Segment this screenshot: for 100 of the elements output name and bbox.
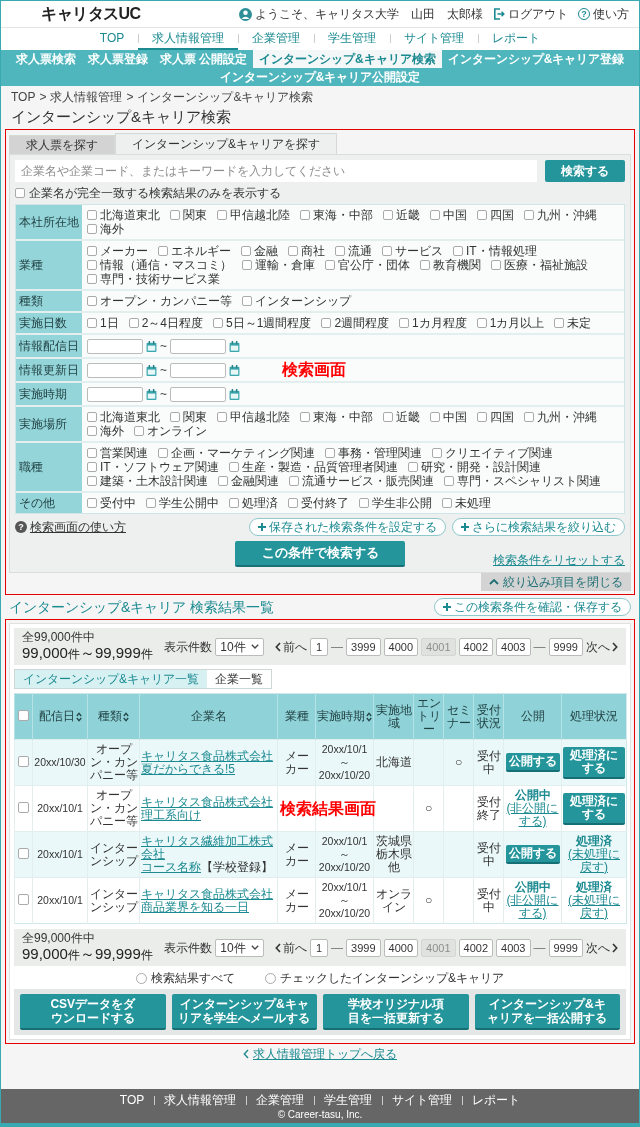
checkbox[interactable] [288,246,298,256]
radio-button[interactable] [265,972,276,984]
unpublish-link[interactable]: (非公開にする) [505,894,560,920]
per-page-select[interactable]: 10件 [215,938,264,957]
per-page-select[interactable]: 10件 [215,637,264,656]
next-link[interactable]: 次へ [586,940,618,955]
footer-link[interactable]: TOP [109,1093,155,1107]
checkbox[interactable] [442,498,452,508]
checkbox[interactable] [15,188,25,198]
subnav-tab[interactable]: 求人票 公開設定 [153,50,253,68]
help-link[interactable]: ? 検索画面の使い方 [15,520,126,534]
checkbox[interactable] [87,318,97,328]
footer-link[interactable]: 学生管理 [314,1093,383,1107]
checkbox[interactable] [420,260,430,270]
calendar-icon[interactable] [229,340,240,352]
page-button[interactable]: 4000 [383,938,419,957]
checkbox[interactable] [432,448,442,458]
checkbox[interactable] [524,210,534,220]
checkbox[interactable] [300,210,310,220]
page-button[interactable]: 3999 [346,938,381,957]
checkbox[interactable] [477,412,487,422]
nav-tab[interactable]: 学生管理 [314,28,391,50]
radio-button[interactable] [136,972,147,984]
checkbox[interactable] [383,210,393,220]
checkbox[interactable] [87,210,97,220]
help-link[interactable]: ? 使い方 [578,7,629,21]
subnav-tab[interactable]: 求人票検索 [9,50,82,68]
checkbox[interactable] [87,260,97,270]
search-tab[interactable]: インターンシップ&キャリアを探す [115,133,337,154]
checkbox[interactable] [87,274,97,284]
checkbox[interactable] [87,246,97,256]
date-input[interactable] [87,338,143,354]
checkbox[interactable] [335,246,345,256]
row-checkbox[interactable] [18,893,29,905]
logout-link[interactable]: ログアウト [493,7,568,21]
course-link[interactable]: 理工系向け [141,807,201,822]
checkbox[interactable] [476,318,487,328]
date-input[interactable] [170,386,226,402]
checkbox[interactable] [491,260,501,270]
next-link[interactable]: 次へ [586,639,618,654]
page-button[interactable]: 3999 [346,637,381,656]
course-link[interactable]: コース名称 [141,860,201,874]
checkbox[interactable] [218,476,228,486]
footer-link[interactable]: サイト管理 [382,1093,463,1107]
checkbox[interactable] [128,318,139,328]
checkbox[interactable] [524,412,534,422]
checkbox[interactable] [444,476,454,486]
unpublish-link[interactable]: (非公開にする) [505,802,560,828]
nav-tab[interactable]: サイト管理 [390,28,479,50]
keyword-input[interactable]: 企業名や企業コード、またはキーワードを入力してください [15,160,537,182]
revert-link[interactable]: (未処理に戻す) [563,848,625,874]
checkbox[interactable] [229,498,239,508]
nav-tab[interactable]: TOP [85,28,139,50]
select-all-checkbox[interactable] [18,709,29,721]
page-button[interactable]: 4003 [496,637,531,656]
checkbox[interactable] [453,246,463,256]
page-button[interactable]: 1 [310,637,329,656]
logo[interactable]: キャリタスUC [41,7,141,21]
subnav-tab[interactable]: インターンシップ&キャリア検索 [253,50,442,68]
page-button[interactable]: 4002 [458,938,493,957]
checkbox[interactable] [158,246,168,256]
row-checkbox[interactable] [18,847,29,859]
checkbox[interactable] [359,498,369,508]
sort-icon[interactable] [123,711,129,722]
date-input[interactable] [170,338,226,354]
checkbox[interactable] [87,462,97,472]
date-input[interactable] [87,362,143,378]
checkbox[interactable] [430,412,440,422]
checkbox[interactable] [382,246,392,256]
checkbox[interactable] [477,210,487,220]
calendar-icon[interactable] [229,364,240,376]
nav-tab[interactable]: レポート [478,28,555,50]
page-button[interactable]: 4000 [383,637,419,656]
action-button[interactable]: インターンシップ&キャリアを学生へメールする [171,994,317,1030]
checkbox[interactable] [325,260,335,270]
revert-link[interactable]: (未処理に戻す) [563,894,625,920]
checkbox[interactable] [87,426,97,436]
saved-conditions-button[interactable]: 保存された検索条件を設定する [249,518,446,536]
calendar-icon[interactable] [146,388,157,400]
search-submit-button[interactable]: この条件で検索する [235,541,405,567]
column-header[interactable]: 実施時期 [317,710,365,723]
checkbox[interactable] [217,210,227,220]
checkbox[interactable] [430,210,440,220]
search-tab[interactable]: 求人票を探す [9,135,115,154]
breadcrumb-link[interactable]: TOP [11,90,36,104]
checkbox[interactable] [213,318,224,328]
checkbox[interactable] [288,498,298,508]
checkbox[interactable] [321,318,332,328]
publish-button[interactable]: 公開する [505,845,560,864]
row-checkbox[interactable] [18,755,29,767]
breadcrumb-link[interactable]: 求人情報管理 [50,90,123,104]
previous-link[interactable]: 前へ [275,639,308,654]
page-button[interactable]: 9999 [548,938,583,957]
checkbox[interactable] [217,412,227,422]
mark-processed-button[interactable]: 処理済にする [563,746,625,779]
action-button[interactable]: 学校オリジナル項目を一括更新する [323,994,469,1030]
subnav-tab[interactable]: インターンシップ&キャリア公開設定 [213,68,427,86]
company-link[interactable]: キャリタス繊維加工株式会社 [141,835,276,861]
date-input[interactable] [87,386,143,402]
column-header[interactable]: 配信日 [38,710,75,723]
